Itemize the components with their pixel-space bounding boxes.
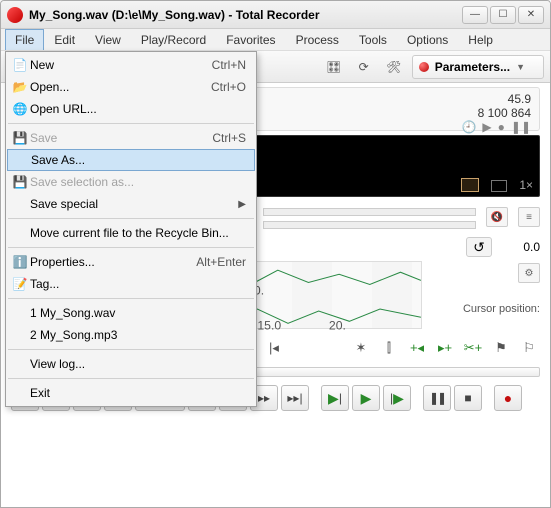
stop-button[interactable]: ■ (454, 385, 482, 411)
app-icon (7, 7, 23, 23)
menu-process[interactable]: Process (286, 29, 349, 50)
marker-add-icon[interactable]: ⚑ (490, 337, 512, 359)
pause-button[interactable]: ❚❚ (423, 385, 451, 411)
pitch-reset-button[interactable]: ↺ (466, 237, 492, 257)
menu-properties[interactable]: ℹ️ Properties... Alt+Enter (6, 251, 256, 273)
menu-edit[interactable]: Edit (44, 29, 85, 50)
play-selection-button[interactable]: ▶| (321, 385, 349, 411)
svg-text:15.0: 15.0 (257, 318, 281, 331)
maximize-button[interactable]: ☐ (490, 6, 516, 24)
meter-options-icon[interactable]: ≡ (518, 207, 540, 227)
mark-out-icon[interactable]: |◂ (263, 337, 285, 359)
menu-view[interactable]: View (85, 29, 131, 50)
menu-recent-1[interactable]: 1 My_Song.wav (6, 302, 256, 324)
menu-help[interactable]: Help (458, 29, 503, 50)
cursor-position-label: Cursor position: (463, 303, 540, 315)
new-file-icon: 📄 (10, 57, 30, 73)
menu-tag[interactable]: 📝 Tag... (6, 273, 256, 295)
meter-left (263, 208, 477, 216)
record-button[interactable]: ● (494, 385, 522, 411)
clock-icon: 🕘 (461, 120, 476, 134)
menu-recycle[interactable]: Move current file to the Recycle Bin... (6, 222, 256, 244)
mixer-icon[interactable]: 🎛 (322, 55, 346, 79)
menu-new[interactable]: 📄 New Ctrl+N (6, 54, 256, 76)
title-bar: My_Song.wav (D:\e\My_Song.wav) - Total R… (1, 1, 550, 29)
parameters-button[interactable]: Parameters... ▼ (412, 55, 544, 79)
mute-icon[interactable]: 🔇 (486, 207, 508, 227)
record-indicator-icon (419, 62, 429, 72)
pitch-value: 0.0 (500, 240, 540, 254)
menu-options[interactable]: Options (397, 29, 458, 50)
menu-play-record[interactable]: Play/Record (131, 29, 216, 50)
menu-open-url[interactable]: 🌐 Open URL... (6, 98, 256, 120)
menu-file[interactable]: File (5, 29, 44, 50)
insert-after-icon[interactable]: ▸+ (434, 337, 456, 359)
submenu-arrow-icon: ▶ (238, 199, 246, 210)
menu-save: 💾 Save Ctrl+S (6, 127, 256, 149)
tag-icon: 📝 (10, 276, 30, 292)
track-duration: 45.9 (508, 92, 531, 106)
window-title: My_Song.wav (D:\e\My_Song.wav) - Total R… (29, 8, 462, 22)
marker-list-icon[interactable]: ⚐ (518, 337, 540, 359)
go-end-button[interactable]: ▸▸| (281, 385, 309, 411)
menu-favorites[interactable]: Favorites (216, 29, 285, 50)
menu-save-special[interactable]: Save special ▶ (6, 193, 256, 215)
info-icon: ℹ️ (10, 254, 30, 270)
normalize-icon[interactable]: ⫿ (378, 337, 400, 359)
menu-save-as[interactable]: Save As... (7, 149, 255, 171)
save-icon: 💾 (10, 130, 30, 146)
menu-save-selection-as: 💾 Save selection as... (6, 171, 256, 193)
open-folder-icon: 📂 (10, 79, 30, 95)
menu-exit[interactable]: Exit (6, 382, 256, 404)
play-button[interactable]: ▶ (352, 385, 380, 411)
menu-view-log[interactable]: View log... (6, 353, 256, 375)
menu-recent-2[interactable]: 2 My_Song.mp3 (6, 324, 256, 346)
play-status-icon: ▶ (482, 120, 491, 134)
pause-status-icon: ❚❚ (511, 120, 531, 134)
record-status-icon: ● (498, 120, 505, 134)
split-icon[interactable]: ✂+ (462, 337, 484, 359)
menu-tools[interactable]: Tools (349, 29, 397, 50)
close-button[interactable]: ✕ (518, 6, 544, 24)
menu-bar: File Edit View Play/Record Favorites Pro… (1, 29, 550, 51)
svg-text:20.: 20. (329, 318, 346, 331)
open-url-icon: 🌐 (10, 101, 30, 117)
waveform-settings-icon[interactable]: ⚙ (518, 263, 540, 283)
crop-icon[interactable]: ✶ (350, 337, 372, 359)
play-loop-button[interactable]: |▶ (383, 385, 411, 411)
settings-icon[interactable]: 🛠 (382, 55, 406, 79)
insert-before-icon[interactable]: +◂ (406, 337, 428, 359)
save-selection-icon: 💾 (10, 174, 30, 190)
track-size: 8 100 864 (478, 106, 531, 120)
refresh-icon[interactable]: ⟳ (352, 55, 376, 79)
fullscreen-icon[interactable] (491, 180, 507, 192)
file-menu-dropdown: 📄 New Ctrl+N 📂 Open... Ctrl+O 🌐 Open URL… (5, 51, 257, 407)
meter-right (263, 221, 477, 229)
video-thumbnail-icon[interactable] (461, 178, 479, 192)
minimize-button[interactable]: — (462, 6, 488, 24)
menu-open[interactable]: 📂 Open... Ctrl+O (6, 76, 256, 98)
zoom-level: 1× (519, 178, 533, 192)
